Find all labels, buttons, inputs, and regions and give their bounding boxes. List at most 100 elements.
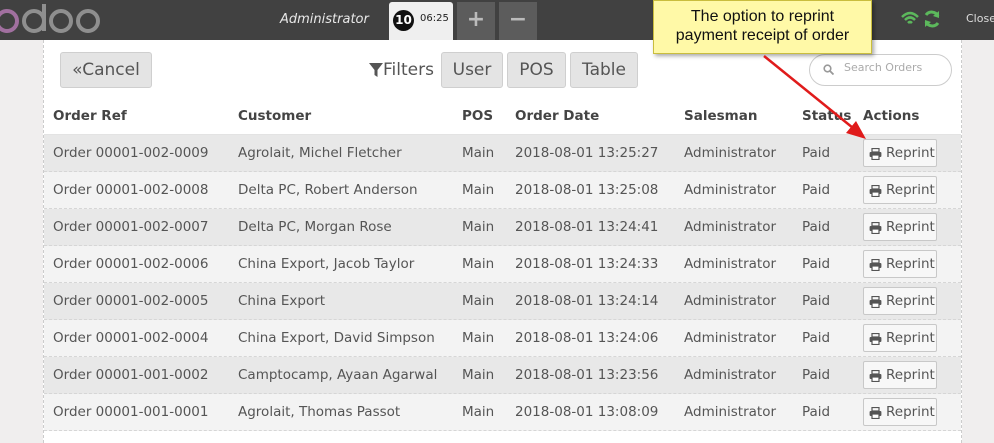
order-status: Paid — [802, 182, 831, 198]
cancel-button[interactable]: «Cancel — [60, 52, 152, 88]
remove-order-button[interactable]: − — [499, 2, 537, 40]
chevron-double-left-icon: « — [72, 60, 83, 80]
print-icon — [869, 296, 882, 308]
order-ref: Order 00001-002-0007 — [53, 219, 209, 235]
customer-name: China Export — [238, 293, 326, 309]
orders-panel: «Cancel Filters User POS Table Order Ref… — [43, 40, 962, 443]
reprint-button[interactable]: Reprint — [863, 250, 937, 278]
header-order-date: Order Date — [515, 108, 600, 124]
table-row[interactable]: Order 00001-002-0008 Delta PC, Robert And… — [44, 172, 961, 209]
table-row[interactable]: Order 00001-002-0009 Agrolait, Michel Fle… — [44, 135, 961, 172]
filter-icon — [369, 63, 383, 77]
print-icon — [869, 333, 882, 345]
order-status: Paid — [802, 367, 831, 383]
print-icon — [869, 222, 882, 234]
wifi-icon — [901, 11, 919, 24]
order-status: Paid — [802, 219, 831, 235]
pos-name: Main — [462, 182, 495, 198]
header-pos: POS — [462, 108, 494, 124]
reprint-button[interactable]: Reprint — [863, 324, 937, 352]
close-button[interactable]: Close — [966, 12, 994, 25]
customer-name: Delta PC, Robert Anderson — [238, 182, 418, 198]
order-ref: Order 00001-002-0008 — [53, 182, 209, 198]
filter-user-button[interactable]: User — [441, 52, 503, 88]
order-ref: Order 00001-001-0001 — [53, 404, 209, 420]
print-icon — [869, 185, 882, 197]
cashier-name[interactable]: Administrator — [280, 12, 369, 27]
pos-name: Main — [462, 293, 495, 309]
print-icon — [869, 148, 882, 160]
annotation-callout: The option to reprint payment receipt of… — [653, 0, 872, 54]
reprint-label: Reprint — [886, 256, 935, 272]
order-date: 2018-08-01 13:25:08 — [515, 182, 659, 198]
reprint-button[interactable]: Reprint — [863, 176, 937, 204]
pos-name: Main — [462, 404, 495, 420]
odoo-logo — [0, 4, 100, 33]
filter-pos-button[interactable]: POS — [507, 52, 566, 88]
filter-table-button[interactable]: Table — [570, 52, 638, 88]
reprint-label: Reprint — [886, 293, 935, 309]
order-tab-active[interactable]: 10 06:25 — [389, 2, 453, 40]
salesman-name: Administrator — [684, 367, 777, 383]
order-time: 06:25 — [420, 13, 449, 24]
salesman-name: Administrator — [684, 256, 777, 272]
order-date: 2018-08-01 13:24:06 — [515, 330, 659, 346]
order-date: 2018-08-01 13:24:33 — [515, 256, 659, 272]
pos-name: Main — [462, 367, 495, 383]
order-number-badge: 10 — [393, 10, 414, 31]
header-status: Status — [802, 108, 852, 124]
table-row[interactable]: Order 00001-002-0004 China Export, David … — [44, 320, 961, 357]
order-date: 2018-08-01 13:24:14 — [515, 293, 659, 309]
search-input[interactable] — [844, 61, 944, 74]
filters-text: Filters — [383, 60, 434, 80]
search-box[interactable] — [809, 54, 952, 86]
customer-name: Agrolait, Thomas Passot — [238, 404, 401, 420]
order-status: Paid — [802, 330, 831, 346]
order-status: Paid — [802, 404, 831, 420]
header-order-ref: Order Ref — [53, 108, 127, 124]
order-status: Paid — [802, 293, 831, 309]
order-ref: Order 00001-002-0009 — [53, 145, 209, 161]
reprint-button[interactable]: Reprint — [863, 139, 937, 167]
pos-name: Main — [462, 256, 495, 272]
header-salesman: Salesman — [684, 108, 758, 124]
print-icon — [869, 259, 882, 271]
customer-name: China Export, David Simpson — [238, 330, 435, 346]
callout-line-2: payment receipt of order — [675, 27, 850, 44]
salesman-name: Administrator — [684, 219, 777, 235]
filters-label: Filters — [369, 60, 434, 80]
order-date: 2018-08-01 13:23:56 — [515, 367, 659, 383]
search-icon — [823, 64, 834, 75]
reprint-button[interactable]: Reprint — [863, 361, 937, 389]
reprint-label: Reprint — [886, 182, 935, 198]
table-row[interactable]: Order 00001-002-0007 Delta PC, Morgan Ros… — [44, 209, 961, 246]
filters-bar: Filters User POS Table — [359, 46, 649, 92]
order-date: 2018-08-01 13:25:27 — [515, 145, 659, 161]
salesman-name: Administrator — [684, 330, 777, 346]
table-row[interactable]: Order 00001-002-0006 China Export, Jacob … — [44, 246, 961, 283]
add-order-button[interactable]: + — [457, 2, 495, 40]
cancel-label: Cancel — [82, 60, 140, 80]
header-actions: Actions — [863, 108, 920, 124]
sync-icon[interactable] — [922, 9, 942, 29]
salesman-name: Administrator — [684, 145, 777, 161]
reprint-button[interactable]: Reprint — [863, 287, 937, 315]
customer-name: China Export, Jacob Taylor — [238, 256, 415, 272]
reprint-button[interactable]: Reprint — [863, 213, 937, 241]
reprint-label: Reprint — [886, 219, 935, 235]
table-row[interactable]: Order 00001-002-0005 China Export Main 2018… — [44, 283, 961, 320]
salesman-name: Administrator — [684, 182, 777, 198]
salesman-name: Administrator — [684, 293, 777, 309]
reprint-label: Reprint — [886, 367, 935, 383]
table-row[interactable]: Order 00001-001-0002 Camptocamp, Ayaan Ag… — [44, 357, 961, 394]
pos-name: Main — [462, 219, 495, 235]
reprint-label: Reprint — [886, 145, 935, 161]
order-date: 2018-08-01 13:24:41 — [515, 219, 659, 235]
callout-line-1: The option to reprint — [690, 8, 835, 25]
order-status: Paid — [802, 145, 831, 161]
order-date: 2018-08-01 13:08:09 — [515, 404, 659, 420]
reprint-button[interactable]: Reprint — [863, 398, 937, 426]
order-status: Paid — [802, 256, 831, 272]
print-icon — [869, 407, 882, 419]
table-row[interactable]: Order 00001-001-0001 Agrolait, Thomas Pas… — [44, 394, 961, 431]
